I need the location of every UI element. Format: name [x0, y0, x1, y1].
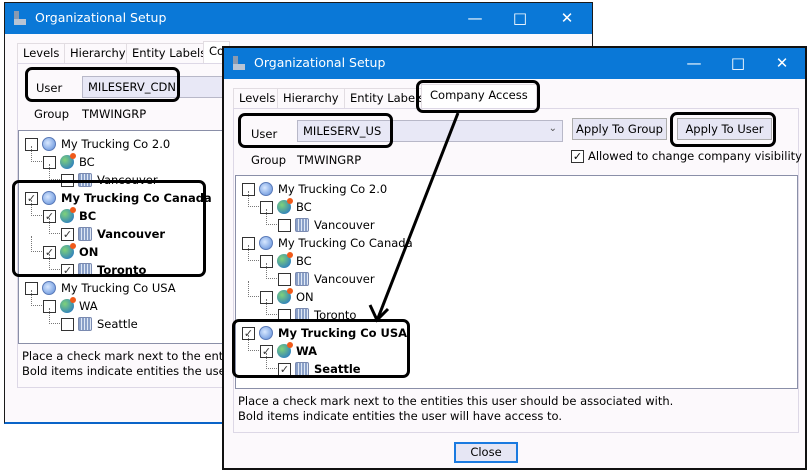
annotation-arrow [368, 112, 460, 323]
